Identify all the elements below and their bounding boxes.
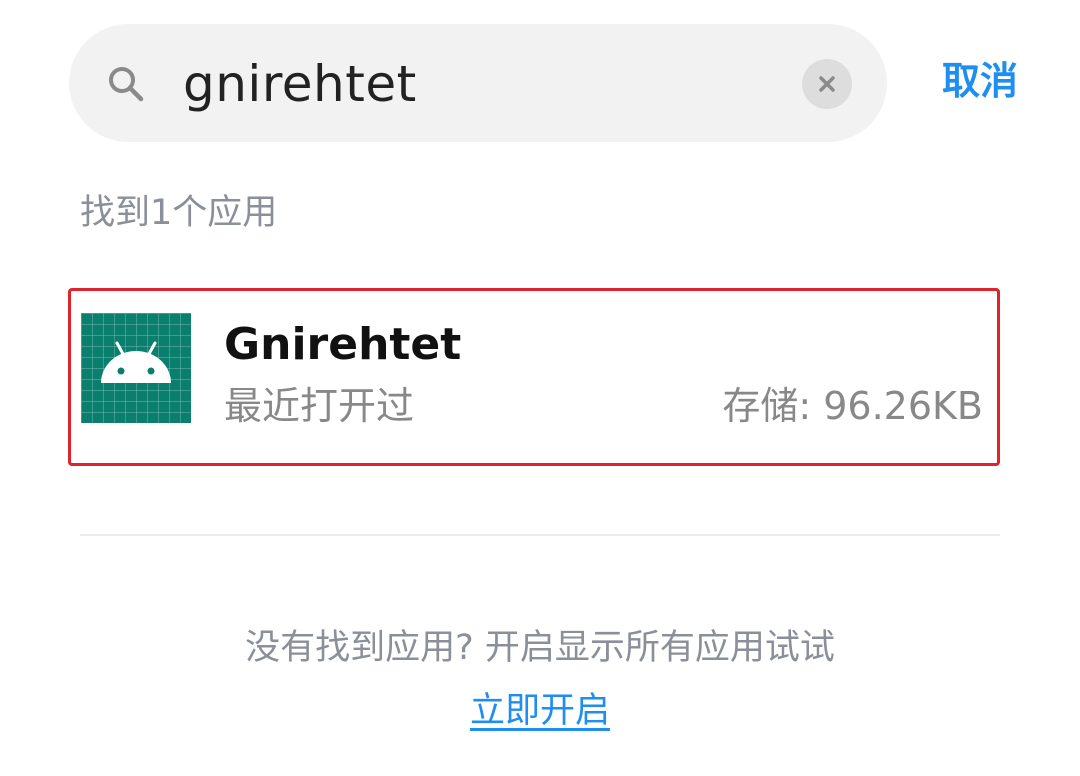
enable-link[interactable]: 立即开启 [0, 694, 1080, 729]
app-name: Gnirehtet [224, 319, 462, 370]
divider [80, 534, 1000, 536]
android-app-icon [81, 313, 191, 423]
search-bar[interactable] [69, 24, 887, 142]
cancel-button[interactable]: 取消 [942, 62, 1018, 100]
search-input[interactable] [183, 49, 783, 119]
search-icon [107, 65, 145, 103]
app-result-row[interactable]: Gnirehtet 最近打开过 存储: 96.26KB [68, 288, 1000, 466]
app-storage-size: 存储: 96.26KB [722, 384, 983, 428]
app-subtitle: 最近打开过 [224, 384, 415, 428]
result-count: 找到1个应用 [80, 193, 278, 233]
hint-text: 没有找到应用? 开启显示所有应用试试 [245, 628, 835, 668]
close-icon [819, 76, 835, 92]
clear-search-button[interactable] [802, 59, 852, 109]
